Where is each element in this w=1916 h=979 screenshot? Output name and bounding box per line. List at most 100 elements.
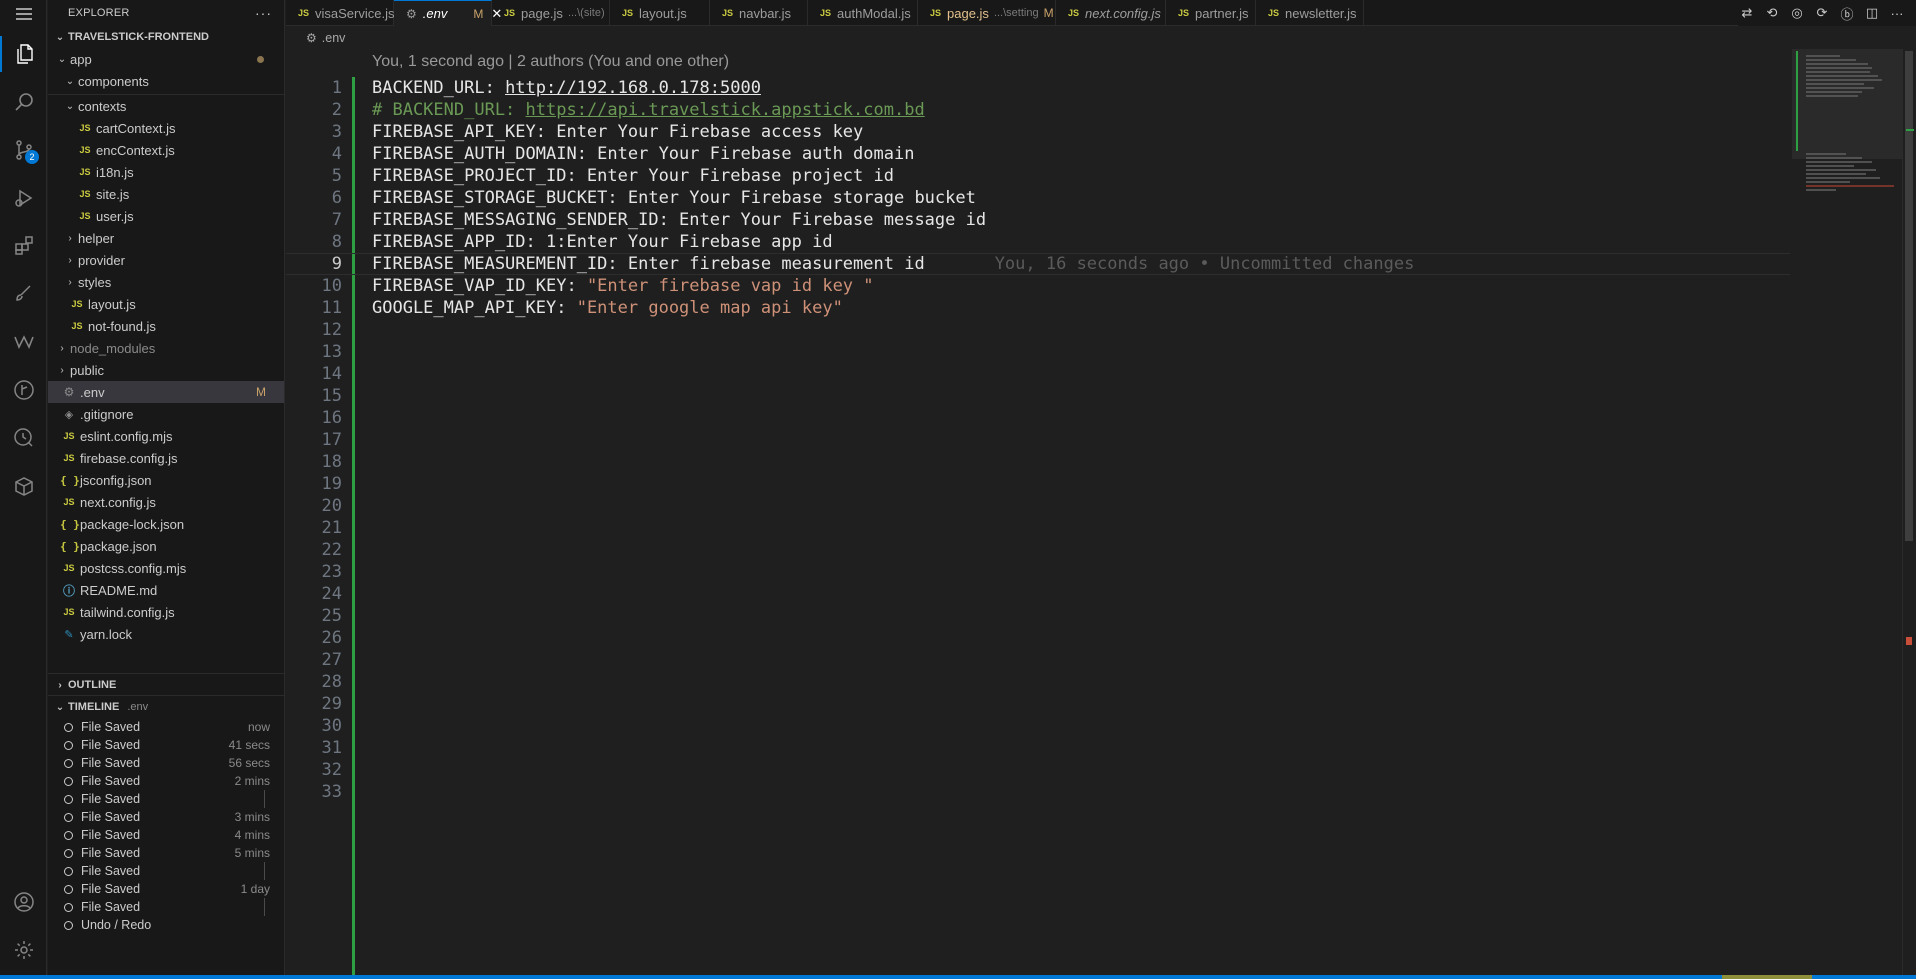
editor-tab[interactable]: JS layout.js xyxy=(610,0,710,26)
project-section-header[interactable]: ⌄ TRAVELSTICK-FRONTEND xyxy=(48,26,284,48)
folder-item[interactable]: › node_modules xyxy=(48,337,284,359)
code-line[interactable]: FIREBASE_APP_ID: 1:Enter Your Firebase a… xyxy=(372,231,1790,253)
file-item[interactable]: ⓘ README.md xyxy=(48,579,284,601)
code-lines[interactable]: BACKEND_URL: http://192.168.0.178:5000 # … xyxy=(286,77,1790,319)
timeline-entry[interactable]: File Saved now xyxy=(48,718,284,736)
code-line[interactable]: # BACKEND_URL: https://api.travelstick.a… xyxy=(372,99,1790,121)
vertical-scrollbar[interactable] xyxy=(1902,49,1916,975)
tab-label: partner.js xyxy=(1195,5,1249,21)
file-item[interactable]: { } package.json xyxy=(48,535,284,557)
split-editor-icon[interactable]: ◫ xyxy=(1863,4,1881,22)
code-line[interactable]: GOOGLE_MAP_API_KEY: "Enter google map ap… xyxy=(372,297,1790,319)
file-item[interactable]: JS site.js xyxy=(48,183,284,205)
file-item[interactable]: JS encContext.js xyxy=(48,139,284,161)
timeline-entry[interactable]: File Saved xyxy=(48,898,284,916)
timeline-entry[interactable]: File Saved xyxy=(48,862,284,880)
file-item[interactable]: JS firebase.config.js xyxy=(48,447,284,469)
folder-item[interactable]: › public xyxy=(48,359,284,381)
file-item[interactable]: JS postcss.config.mjs xyxy=(48,557,284,579)
file-item[interactable]: JS user.js xyxy=(48,205,284,227)
timeline-entry[interactable]: File Saved 3 mins xyxy=(48,808,284,826)
file-item[interactable]: JS tailwind.config.js xyxy=(48,601,284,623)
paint-icon[interactable] xyxy=(0,272,47,316)
json-file-icon: { } xyxy=(60,473,80,487)
extensions-icon[interactable] xyxy=(0,224,47,268)
menu-icon[interactable] xyxy=(0,0,47,36)
more-actions-icon[interactable]: ··· xyxy=(1888,4,1906,22)
added-lines-diff-bar[interactable] xyxy=(352,77,355,975)
timeline-entry[interactable]: File Saved 2 mins xyxy=(48,772,284,790)
editor-tab[interactable]: JS next.config.js xyxy=(1056,0,1166,26)
file-item[interactable]: ⚙ .env M xyxy=(48,381,284,403)
timeline-entry[interactable]: Undo / Redo xyxy=(48,916,284,934)
folder-item[interactable]: › helper xyxy=(48,227,284,249)
explorer-header: EXPLORER ··· xyxy=(48,0,284,26)
file-item[interactable]: { } jsconfig.json xyxy=(48,469,284,491)
file-tree: ⌄ app ⌄ components ⌄ contexts JS cartContext.js… xyxy=(48,48,284,645)
file-item[interactable]: ◈ .gitignore xyxy=(48,403,284,425)
minimap[interactable] xyxy=(1792,49,1902,975)
git-graph-icon[interactable] xyxy=(0,368,47,412)
code-line[interactable]: FIREBASE_API_KEY: Enter Your Firebase ac… xyxy=(372,121,1790,143)
editor-tab[interactable]: ⚙ .env M ✕ xyxy=(394,0,502,26)
status-bar[interactable] xyxy=(0,975,1916,979)
timeline-header[interactable]: ⌄ TIMELINE .env xyxy=(48,696,284,718)
search-icon[interactable] xyxy=(0,80,47,124)
code-line[interactable]: FIREBASE_PROJECT_ID: Enter Your Firebase… xyxy=(372,165,1790,187)
file-item[interactable]: ✎ yarn.lock xyxy=(48,623,284,645)
code-line[interactable]: BACKEND_URL: http://192.168.0.178:5000 xyxy=(372,77,1790,99)
run-debug-icon[interactable] xyxy=(0,176,47,220)
timeline-entry[interactable]: File Saved 4 mins xyxy=(48,826,284,844)
account-icon[interactable] xyxy=(0,880,47,924)
editor-tab[interactable]: JS partner.js xyxy=(1166,0,1256,26)
source-control-icon[interactable]: 2 xyxy=(0,128,47,172)
file-item[interactable]: JS i18n.js xyxy=(48,161,284,183)
explorer-files-icon[interactable] xyxy=(0,32,47,76)
folder-item[interactable]: › provider xyxy=(48,249,284,271)
outline-header[interactable]: › OUTLINE xyxy=(48,674,284,696)
editor-tab[interactable]: JS authModal.js xyxy=(808,0,918,26)
timeline-entry[interactable]: File Saved 56 secs xyxy=(48,754,284,772)
code-line[interactable]: FIREBASE_AUTH_DOMAIN: Enter Your Firebas… xyxy=(372,143,1790,165)
timeline-entry[interactable]: File Saved xyxy=(48,790,284,808)
editor-tab[interactable]: JS visaService.js xyxy=(286,0,394,26)
package-icon[interactable] xyxy=(0,464,47,508)
code-link[interactable]: http://192.168.0.178:5000 xyxy=(505,78,761,98)
previous-change-icon[interactable]: ◎ xyxy=(1788,4,1806,22)
file-item[interactable]: JS next.config.js xyxy=(48,491,284,513)
wave-icon[interactable] xyxy=(0,320,47,364)
timeline-entry[interactable]: File Saved 5 mins xyxy=(48,844,284,862)
folder-item[interactable]: ⌄ contexts xyxy=(48,95,284,117)
minimap-slider[interactable] xyxy=(1792,49,1902,159)
editor-tab[interactable]: JS page.js ...\(site) xyxy=(492,0,610,26)
file-item[interactable]: JS not-found.js xyxy=(48,315,284,337)
breadcrumb-file[interactable]: .env xyxy=(322,31,346,45)
code-line[interactable]: FIREBASE_VAP_ID_KEY: "Enter firebase vap… xyxy=(372,275,1790,297)
settings-gear-icon[interactable] xyxy=(0,928,47,972)
file-item[interactable]: { } package-lock.json xyxy=(48,513,284,535)
code-link[interactable]: https://api.travelstick.appstick.com.bd xyxy=(526,100,925,120)
timeline-entry[interactable]: File Saved 41 secs xyxy=(48,736,284,754)
more-actions-icon[interactable]: ··· xyxy=(255,5,272,21)
file-item[interactable]: JS cartContext.js xyxy=(48,117,284,139)
timeline-icon[interactable] xyxy=(0,416,47,460)
git-lens-icon[interactable]: ⓑ xyxy=(1838,4,1856,22)
editor-tab[interactable]: JS navbar.js xyxy=(710,0,808,26)
folder-item[interactable]: › styles xyxy=(48,271,284,293)
code-line[interactable]: FIREBASE_MEASUREMENT_ID: Enter firebase … xyxy=(286,253,1790,275)
next-change-icon[interactable]: ⟳ xyxy=(1813,4,1831,22)
codelens-authors[interactable]: You, 1 second ago | 2 authors (You and o… xyxy=(372,53,729,71)
timeline-entry[interactable]: File Saved 1 day xyxy=(48,880,284,898)
editor-tab[interactable]: JS newsletter.js xyxy=(1256,0,1364,26)
code-line[interactable]: FIREBASE_MESSAGING_SENDER_ID: Enter Your… xyxy=(372,209,1790,231)
code-line[interactable]: FIREBASE_STORAGE_BUCKET: Enter Your Fire… xyxy=(372,187,1790,209)
file-item[interactable]: JS eslint.config.mjs xyxy=(48,425,284,447)
file-item[interactable]: JS layout.js xyxy=(48,293,284,315)
code-editor[interactable]: You, 1 second ago | 2 authors (You and o… xyxy=(286,49,1916,975)
folder-item[interactable]: ⌄ components xyxy=(48,70,284,92)
go-back-icon[interactable]: ⟲ xyxy=(1763,4,1781,22)
compare-changes-icon[interactable]: ⇄ xyxy=(1738,4,1756,22)
scrollbar-thumb[interactable] xyxy=(1905,51,1913,541)
editor-tab[interactable]: JS page.js ...\setting M xyxy=(918,0,1056,26)
folder-item[interactable]: ⌄ app xyxy=(48,48,284,70)
